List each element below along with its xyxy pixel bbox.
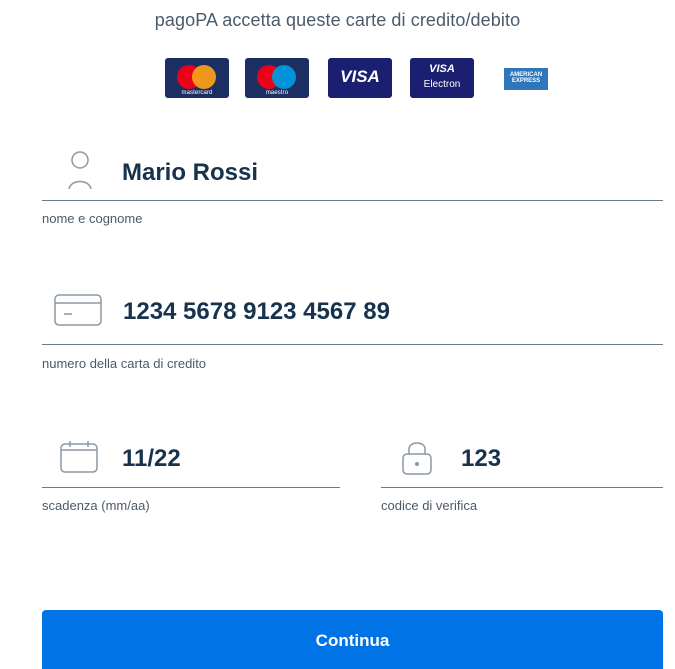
- visa-logo: VISA: [328, 58, 392, 98]
- name-field-label: nome e cognome: [42, 211, 143, 226]
- card-number-field-value[interactable]: 1234 5678 9123 4567 89: [123, 298, 390, 326]
- visa-electron-logo: VISA Electron: [410, 58, 474, 98]
- payment-card-form-page: pagoPA accetta queste carte di credito/d…: [0, 0, 675, 669]
- american-express-logo: AMERICAN EXPRESS: [504, 68, 548, 90]
- user-icon: [68, 151, 92, 190]
- expiry-field-value[interactable]: 11/22: [122, 445, 181, 473]
- expiry-field[interactable]: 11/22: [42, 434, 340, 488]
- maestro-label: maestro: [265, 90, 289, 96]
- mastercard-orange-circle: [192, 65, 216, 89]
- maestro-blue-circle: [272, 65, 296, 89]
- calendar-icon: [60, 441, 98, 473]
- accepted-cards-text: pagoPA accetta queste carte di credito/d…: [154, 10, 521, 30]
- mastercard-logo: mastercard: [165, 58, 229, 98]
- cvv-field-label: codice di verifica: [381, 498, 478, 513]
- name-field[interactable]: Mario Rossi: [42, 150, 663, 201]
- expiry-field-label: scadenza (mm/aa): [42, 498, 150, 513]
- cvv-field[interactable]: 123: [381, 434, 663, 488]
- credit-card-icon: [54, 294, 102, 326]
- visa-label: VISA: [340, 67, 380, 86]
- name-field-value[interactable]: Mario Rossi: [122, 159, 258, 187]
- continue-button[interactable]: Continua: [42, 610, 663, 669]
- accepted-card-logos: mastercard maestro VISA VISA Electron AM…: [165, 58, 565, 100]
- lock-icon: [402, 442, 432, 475]
- maestro-logo: maestro: [245, 58, 309, 98]
- cvv-field-value[interactable]: 123: [461, 445, 501, 473]
- card-number-field-label: numero della carta di credito: [42, 356, 207, 371]
- visa-electron-label: VISA: [429, 63, 455, 75]
- card-number-field[interactable]: 1234 5678 9123 4567 89: [42, 292, 663, 345]
- american-express-label: AMERICAN EXPRESS: [509, 72, 543, 84]
- visa-electron-sublabel: Electron: [423, 79, 461, 90]
- mastercard-label: mastercard: [181, 90, 213, 96]
